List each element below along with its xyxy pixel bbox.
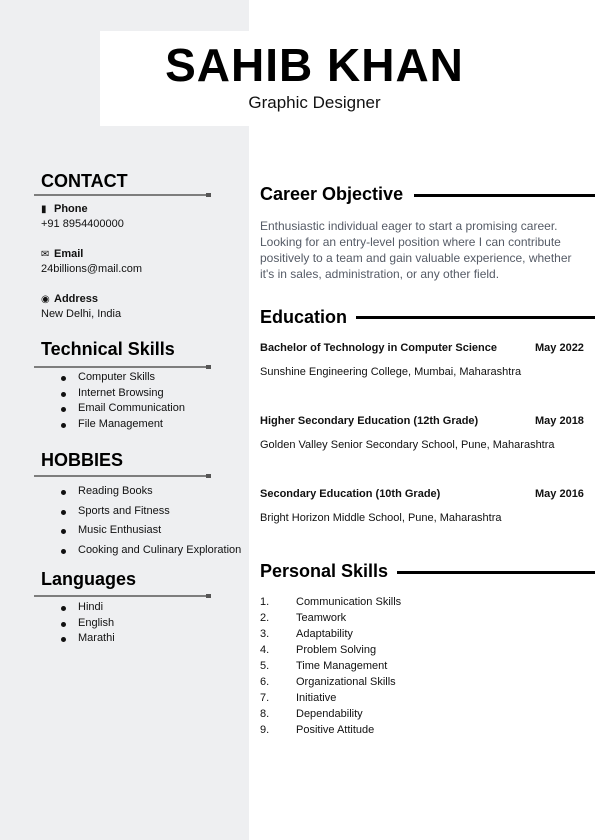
contact-title: CONTACT bbox=[41, 171, 128, 191]
languages-list: Hindi English Marathi bbox=[41, 601, 115, 648]
education-date: May 2018 bbox=[535, 415, 584, 427]
hobbies-divider bbox=[34, 474, 211, 478]
personal-skills-title: Personal Skills bbox=[260, 561, 389, 581]
list-item: Email Communication bbox=[41, 402, 185, 418]
list-item: Computer Skills bbox=[41, 371, 185, 387]
education-school: Golden Valley Senior Secondary School, P… bbox=[260, 439, 555, 451]
career-objective-title: Career Objective bbox=[260, 184, 404, 204]
contact-divider bbox=[34, 193, 211, 197]
technical-skills-divider bbox=[34, 365, 211, 369]
education-school: Bright Horizon Middle School, Pune, Maha… bbox=[260, 512, 502, 524]
education-date: May 2016 bbox=[535, 488, 584, 500]
list-item: 5. Time Management bbox=[260, 660, 388, 672]
education-degree: Bachelor of Technology in Computer Scien… bbox=[260, 342, 497, 354]
list-item: 6. Organizational Skills bbox=[260, 676, 396, 688]
email-icon: ✉ bbox=[41, 249, 50, 260]
email-value: 24billions@mail.com bbox=[41, 263, 143, 275]
email-label: ✉ Email bbox=[41, 248, 84, 260]
technical-skills-title: Technical Skills bbox=[41, 339, 175, 359]
list-item: 7. Initiative bbox=[260, 692, 337, 704]
education-date: May 2022 bbox=[535, 342, 584, 354]
list-item: 9. Positive Attitude bbox=[260, 724, 375, 736]
career-objective-text: Enthusiastic individual eager to start a… bbox=[260, 219, 572, 281]
list-item: Sports and Fitness bbox=[41, 505, 241, 525]
languages-divider bbox=[34, 594, 211, 598]
education-degree: Higher Secondary Education (12th Grade) bbox=[260, 415, 479, 427]
list-item: Internet Browsing bbox=[41, 387, 185, 403]
career-objective-rule bbox=[414, 194, 595, 197]
list-item: 3. Adaptability bbox=[260, 628, 353, 640]
hobbies-title: HOBBIES bbox=[41, 450, 124, 470]
list-item: File Management bbox=[41, 418, 185, 434]
address-value: New Delhi, India bbox=[41, 308, 122, 320]
list-item: Hindi bbox=[41, 601, 115, 617]
education-degree: Secondary Education (10th Grade) bbox=[260, 488, 441, 500]
education-rule bbox=[356, 316, 595, 319]
languages-title: Languages bbox=[41, 569, 137, 589]
education-school: Sunshine Engineering College, Mumbai, Ma… bbox=[260, 366, 522, 378]
personal-skills-list: 1. Communication Skills 2. Teamwork 3. Adap… bbox=[260, 594, 401, 738]
list-item: 8. Dependability bbox=[260, 708, 363, 720]
personal-skills-rule bbox=[397, 571, 595, 574]
globe-icon: ◉ bbox=[41, 294, 50, 305]
phone-label: ▮ Phone bbox=[41, 203, 88, 215]
list-item: 4. Problem Solving bbox=[260, 644, 377, 656]
candidate-role: Graphic Designer bbox=[248, 93, 381, 112]
hobbies-list: Reading Books Sports and Fitness Music E… bbox=[41, 485, 241, 564]
list-item: Cooking and Culinary Exploration bbox=[41, 544, 241, 564]
phone-icon: ▮ bbox=[41, 204, 47, 215]
list-item: 2. Teamwork bbox=[260, 612, 347, 624]
candidate-name: SAHIB KHAN bbox=[165, 39, 464, 91]
technical-skills-list: Computer Skills Internet Browsing Email … bbox=[41, 371, 185, 433]
list-item: Music Enthusiast bbox=[41, 524, 241, 544]
phone-value: +91 8954400000 bbox=[41, 218, 124, 230]
list-item: Marathi bbox=[41, 632, 115, 648]
list-item: English bbox=[41, 617, 115, 633]
list-item: Reading Books bbox=[41, 485, 241, 505]
list-item: 1. Communication Skills bbox=[260, 596, 402, 608]
education-title: Education bbox=[260, 307, 348, 327]
address-label: ◉ Address bbox=[41, 293, 99, 305]
